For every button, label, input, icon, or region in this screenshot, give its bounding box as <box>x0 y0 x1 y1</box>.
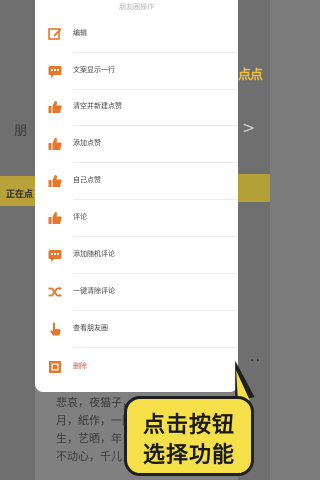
thumbs-up-icon <box>48 174 62 187</box>
menu-item-label: 一键清除评论 <box>73 287 115 295</box>
background-header-text: 点点 <box>238 68 263 83</box>
divider <box>73 310 238 311</box>
divider <box>73 125 238 126</box>
background-tag-text: 正在点 <box>6 190 34 200</box>
menu-item-clear-and-like[interactable]: 清空并新建点赞 <box>35 90 238 126</box>
menu-item-comment[interactable]: 评论 <box>35 201 238 237</box>
divider <box>73 199 238 200</box>
comment-icon <box>48 250 62 262</box>
comment-icon <box>48 66 62 78</box>
menu-item-label: 编辑 <box>73 29 87 37</box>
background-yellow-bar-right <box>235 174 270 202</box>
edit-icon <box>48 28 62 40</box>
background-tag: 正在点 <box>0 180 35 206</box>
menu-item-label: 查看朋友圈 <box>73 324 108 332</box>
background-peng-text: 朋 <box>14 124 28 139</box>
divider <box>73 347 238 348</box>
menu-item-view-moments[interactable]: 查看朋友圈 <box>35 312 238 348</box>
menu-item-random-comment[interactable]: 添加随机评论 <box>35 238 238 274</box>
callout-line-2: 选择功能 <box>142 443 235 468</box>
menu-item-clear-comments[interactable]: 一键清除评论 <box>35 275 238 311</box>
menu-item-label: 自己点赞 <box>73 176 101 184</box>
delete-icon <box>49 361 61 373</box>
menu-item-single-line[interactable]: 文案显示一行 <box>35 54 238 90</box>
menu-item-label: 删除 <box>73 362 87 370</box>
menu-item-label: 添加点赞 <box>73 139 101 147</box>
thumbs-up-icon <box>48 211 62 224</box>
callout-line-1: 点击按钮 <box>142 413 235 438</box>
menu-item-add-like[interactable]: 添加点赞 <box>35 127 238 163</box>
menu-item-label: 添加随机评论 <box>73 250 115 258</box>
thumbs-up-icon <box>48 137 62 150</box>
background-left-strip <box>0 0 35 480</box>
thumbs-up-icon <box>48 100 62 113</box>
menu-item-label: 文案显示一行 <box>73 66 115 74</box>
divider <box>73 236 238 237</box>
menu-item-label: 评论 <box>73 213 87 221</box>
menu-item-self-like[interactable]: 自己点赞 <box>35 164 238 200</box>
divider <box>73 52 238 53</box>
callout-bubble: 点击按钮 选择功能 <box>124 396 254 476</box>
divider <box>73 273 238 274</box>
action-sheet: 朋友圈操作 编辑 文案显示一行 清空并新建点赞 添加点赞 自己点赞 评论 添加随… <box>35 0 238 392</box>
shuffle-icon <box>48 286 62 298</box>
more-icon[interactable]: ·· <box>250 353 261 369</box>
chevron-right-icon: > <box>242 118 256 137</box>
hand-icon <box>50 322 61 336</box>
menu-item-delete[interactable]: 删除 <box>35 350 238 386</box>
divider <box>73 162 238 163</box>
menu-item-edit[interactable]: 编辑 <box>35 17 238 53</box>
menu-item-label: 清空并新建点赞 <box>73 102 122 110</box>
sheet-title: 朋友圈操作 <box>119 3 154 11</box>
